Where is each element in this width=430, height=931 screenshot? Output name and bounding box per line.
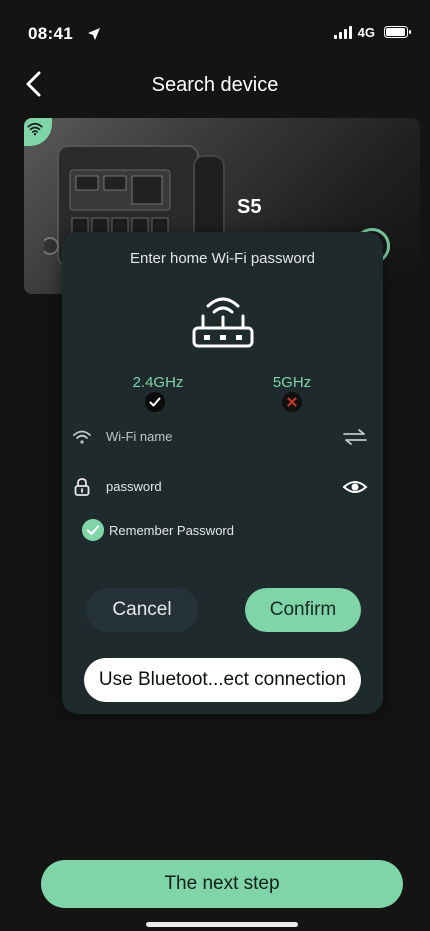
- status-time: 08:41: [28, 24, 73, 43]
- lock-icon: [74, 478, 90, 496]
- device-name: S5: [237, 196, 262, 218]
- confirm-button[interactable]: Confirm: [245, 588, 361, 632]
- location-arrow-icon: [88, 28, 100, 40]
- password-placeholder: password: [106, 479, 162, 494]
- switch-network-icon[interactable]: [342, 427, 368, 447]
- home-indicator: [146, 922, 298, 927]
- checkmark-icon: [82, 519, 104, 541]
- remember-password-label: Remember Password: [109, 523, 234, 538]
- status-bar: 08:41 4G: [0, 0, 430, 60]
- band-5ghz-cross-icon[interactable]: [282, 392, 302, 412]
- band-5ghz-label: 5GHz: [272, 374, 312, 391]
- wifi-name-placeholder: Wi-Fi name: [106, 429, 173, 444]
- wifi-name-field[interactable]: Wi-Fi name: [72, 422, 372, 452]
- next-step-button[interactable]: The next step: [41, 860, 403, 908]
- router-icon: [192, 297, 254, 348]
- page-title: Search device: [151, 74, 279, 96]
- signal-icon: [334, 25, 352, 39]
- network-type: 4G: [357, 25, 375, 40]
- band-2-4ghz-check-icon[interactable]: [145, 392, 165, 412]
- wifi-password-dialog: Enter home Wi-Fi password 2.4GHz 5GHz Wi…: [62, 232, 383, 714]
- cancel-button[interactable]: Cancel: [86, 588, 198, 632]
- bluetooth-connection-button[interactable]: Use Bluetoot...ect connection: [84, 658, 361, 702]
- password-field[interactable]: password: [72, 472, 372, 502]
- band-2-4ghz-label: 2.4GHz: [132, 374, 184, 391]
- nav-header: Search device: [0, 62, 430, 108]
- wifi-icon: [27, 122, 43, 136]
- show-password-eye-icon[interactable]: [342, 477, 368, 497]
- battery-icon: [384, 26, 411, 38]
- dialog-title: Enter home Wi-Fi password: [129, 250, 316, 267]
- wifi-icon: [73, 430, 91, 444]
